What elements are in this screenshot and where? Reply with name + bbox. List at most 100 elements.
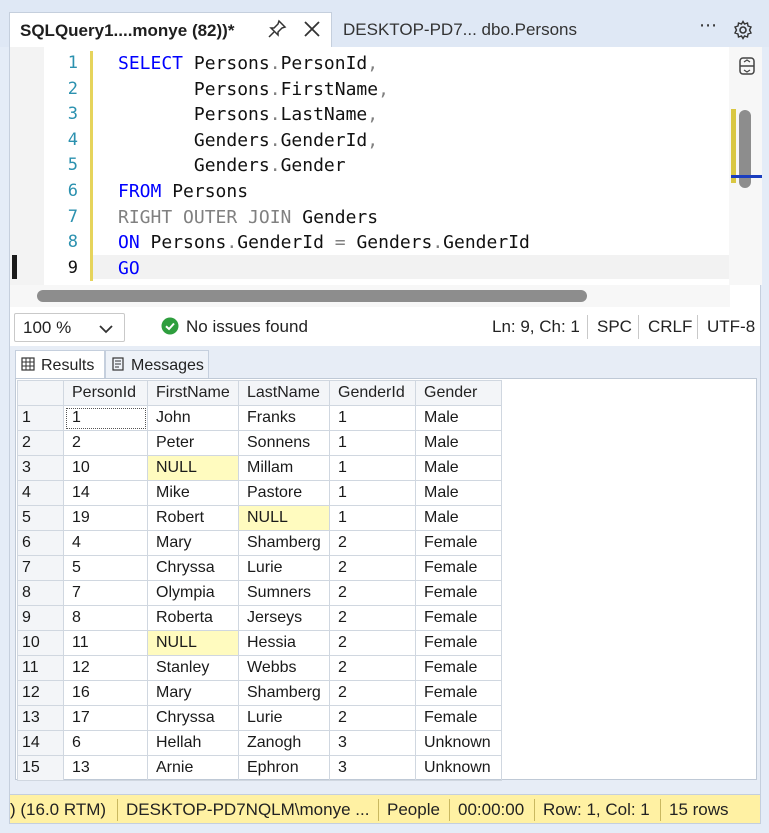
tab-messages[interactable]: Messages <box>105 350 209 379</box>
table-cell[interactable]: 2 <box>329 580 416 606</box>
table-cell[interactable]: Mike <box>147 480 239 506</box>
table-cell[interactable]: Millam <box>238 455 330 481</box>
table-cell[interactable]: 12 <box>63 655 148 681</box>
table-cell[interactable]: 10 <box>63 455 148 481</box>
table-cell[interactable]: 3 <box>329 755 416 781</box>
row-number-cell[interactable]: 6 <box>17 530 64 556</box>
table-row[interactable]: 14 6 Hellah Zanogh 3 Unknown <box>17 730 502 756</box>
query-editor[interactable]: 1 2 3 4 5 6 7 8 9 SELECT Persons.PersonI… <box>9 47 762 309</box>
row-number-cell[interactable]: 2 <box>17 430 64 456</box>
table-row[interactable]: 15 13 Arnie Ephron 3 Unknown <box>17 755 502 781</box>
table-cell[interactable]: Sumners <box>238 580 330 606</box>
table-cell[interactable]: 16 <box>63 680 148 706</box>
table-cell[interactable]: Chryssa <box>147 555 239 581</box>
row-number-cell[interactable]: 7 <box>17 555 64 581</box>
more-icon[interactable]: ⋯ <box>699 15 718 36</box>
table-cell[interactable]: Female <box>415 605 502 631</box>
row-number-cell[interactable]: 13 <box>17 705 64 731</box>
table-cell[interactable]: 2 <box>329 630 416 656</box>
row-number-cell[interactable]: 1 <box>17 405 64 431</box>
table-cell[interactable]: 2 <box>329 555 416 581</box>
table-cell[interactable]: Lurie <box>238 555 330 581</box>
table-cell[interactable]: Male <box>415 455 502 481</box>
table-cell[interactable]: Female <box>415 705 502 731</box>
table-cell[interactable]: Female <box>415 530 502 556</box>
table-cell[interactable]: Peter <box>147 430 239 456</box>
horizontal-scrollbar[interactable] <box>10 285 730 307</box>
whitespace-mode[interactable]: SPC <box>597 317 632 337</box>
row-number-cell[interactable]: 12 <box>17 680 64 706</box>
table-cell[interactable]: Mary <box>147 530 239 556</box>
table-cell[interactable]: Unknown <box>415 755 502 781</box>
table-cell[interactable]: Mary <box>147 680 239 706</box>
table-cell[interactable]: Webbs <box>238 655 330 681</box>
column-header[interactable]: PersonId <box>63 380 148 406</box>
table-row[interactable]: 10 11 NULL Hessia 2 Female <box>17 630 502 656</box>
table-cell[interactable]: 11 <box>63 630 148 656</box>
row-number-cell[interactable]: 9 <box>17 605 64 631</box>
row-number-cell[interactable]: 11 <box>17 655 64 681</box>
table-row[interactable]: 3 10 NULL Millam 1 Male <box>17 455 502 481</box>
table-row[interactable]: 5 19 Robert NULL 1 Male <box>17 505 502 531</box>
table-cell[interactable]: Female <box>415 580 502 606</box>
zoom-select[interactable]: 100 % <box>14 313 125 342</box>
table-row[interactable]: 13 17 Chryssa Lurie 2 Female <box>17 705 502 731</box>
table-cell[interactable]: NULL <box>147 455 239 481</box>
table-cell[interactable]: NULL <box>147 630 239 656</box>
column-header[interactable]: LastName <box>238 380 330 406</box>
row-number-cell[interactable]: 4 <box>17 480 64 506</box>
table-cell[interactable]: Roberta <box>147 605 239 631</box>
table-row[interactable]: 12 16 Mary Shamberg 2 Female <box>17 680 502 706</box>
table-cell[interactable]: Sonnens <box>238 430 330 456</box>
table-cell[interactable]: Male <box>415 480 502 506</box>
table-cell[interactable]: Arnie <box>147 755 239 781</box>
tab-sqlquery1[interactable]: SQLQuery1....monye (82))* <box>9 12 332 48</box>
tab-results[interactable]: Results <box>15 350 105 379</box>
table-cell[interactable]: Shamberg <box>238 680 330 706</box>
table-cell[interactable]: Female <box>415 555 502 581</box>
row-number-cell[interactable]: 3 <box>17 455 64 481</box>
table-cell[interactable]: 1 <box>329 505 416 531</box>
table-row[interactable]: 9 8 Roberta Jerseys 2 Female <box>17 605 502 631</box>
table-cell[interactable]: John <box>147 405 239 431</box>
row-number-cell[interactable]: 8 <box>17 580 64 606</box>
row-number-cell[interactable]: 14 <box>17 730 64 756</box>
table-row[interactable]: 2 2 Peter Sonnens 1 Male <box>17 430 502 456</box>
pin-icon[interactable] <box>267 19 287 39</box>
column-header[interactable]: Gender <box>415 380 502 406</box>
table-cell[interactable]: 1 <box>329 455 416 481</box>
table-row[interactable]: 11 12 Stanley Webbs 2 Female <box>17 655 502 681</box>
table-cell[interactable]: Hessia <box>238 630 330 656</box>
table-cell[interactable]: Male <box>415 405 502 431</box>
table-cell[interactable]: 2 <box>329 655 416 681</box>
table-cell[interactable]: 1 <box>63 405 148 431</box>
split-icon[interactable] <box>737 55 757 77</box>
table-cell[interactable]: Female <box>415 630 502 656</box>
table-cell[interactable]: 14 <box>63 480 148 506</box>
table-cell[interactable]: 2 <box>329 605 416 631</box>
table-cell[interactable]: 5 <box>63 555 148 581</box>
table-cell[interactable]: Pastore <box>238 480 330 506</box>
cursor-position[interactable]: Ln: 9, Ch: 1 <box>492 317 580 337</box>
table-cell[interactable]: Female <box>415 655 502 681</box>
table-cell[interactable]: 1 <box>329 405 416 431</box>
table-cell[interactable]: Shamberg <box>238 530 330 556</box>
table-cell[interactable]: Unknown <box>415 730 502 756</box>
line-ending[interactable]: CRLF <box>648 317 692 337</box>
table-cell[interactable]: Franks <box>238 405 330 431</box>
file-encoding[interactable]: UTF-8 <box>707 317 755 337</box>
corner-cell[interactable] <box>17 380 64 406</box>
table-row[interactable]: 6 4 Mary Shamberg 2 Female <box>17 530 502 556</box>
table-cell[interactable]: 6 <box>63 730 148 756</box>
table-cell[interactable]: 1 <box>329 430 416 456</box>
table-cell[interactable]: Robert <box>147 505 239 531</box>
table-cell[interactable]: Hellah <box>147 730 239 756</box>
column-header[interactable]: FirstName <box>147 380 239 406</box>
table-cell[interactable]: Female <box>415 680 502 706</box>
table-cell[interactable]: Male <box>415 505 502 531</box>
sql-code[interactable]: SELECT Persons.PersonId, Persons.FirstNa… <box>118 51 530 281</box>
table-cell[interactable]: 2 <box>329 680 416 706</box>
table-cell[interactable]: 13 <box>63 755 148 781</box>
close-icon[interactable] <box>302 19 322 39</box>
table-cell[interactable]: NULL <box>238 505 330 531</box>
